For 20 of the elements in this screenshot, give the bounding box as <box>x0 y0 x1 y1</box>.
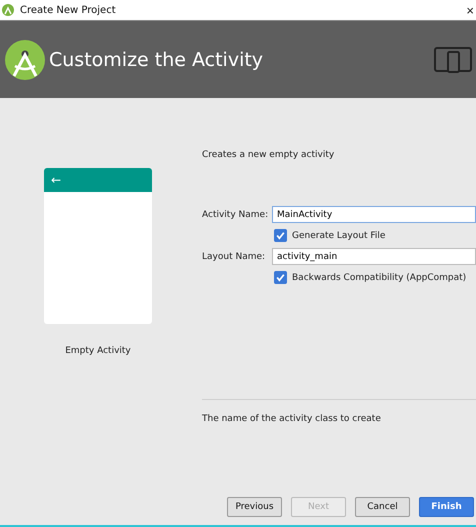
description-text: Creates a new empty activity <box>202 150 336 160</box>
header-title: Customize the Activity <box>49 48 264 70</box>
checkbox[interactable] <box>274 229 287 242</box>
input-field[interactable]: activity_main <box>272 248 476 265</box>
field-label: Layout Name: <box>202 252 266 262</box>
field-label: Activity Name: <box>202 210 270 220</box>
hint-text: The name of the activity class to create <box>202 414 382 424</box>
dialog-button[interactable]: Cancel <box>355 497 410 517</box>
checkbox[interactable] <box>274 271 287 284</box>
checkbox-label: Backwards Compatibility (AppCompat) <box>292 272 466 282</box>
dialog-button[interactable]: Previous <box>227 497 282 517</box>
devices-icon <box>434 46 472 72</box>
close-button[interactable]: × <box>464 2 476 18</box>
window-title: Create New Project <box>20 4 117 16</box>
template-label: Empty Activity <box>65 346 131 356</box>
dialog-button[interactable]: Finish <box>419 497 474 517</box>
back-arrow-icon: ← <box>51 173 62 187</box>
checkbox-label: Generate Layout File <box>292 230 386 240</box>
input-field[interactable]: MainActivity <box>272 206 476 223</box>
logo-icon <box>5 40 45 80</box>
